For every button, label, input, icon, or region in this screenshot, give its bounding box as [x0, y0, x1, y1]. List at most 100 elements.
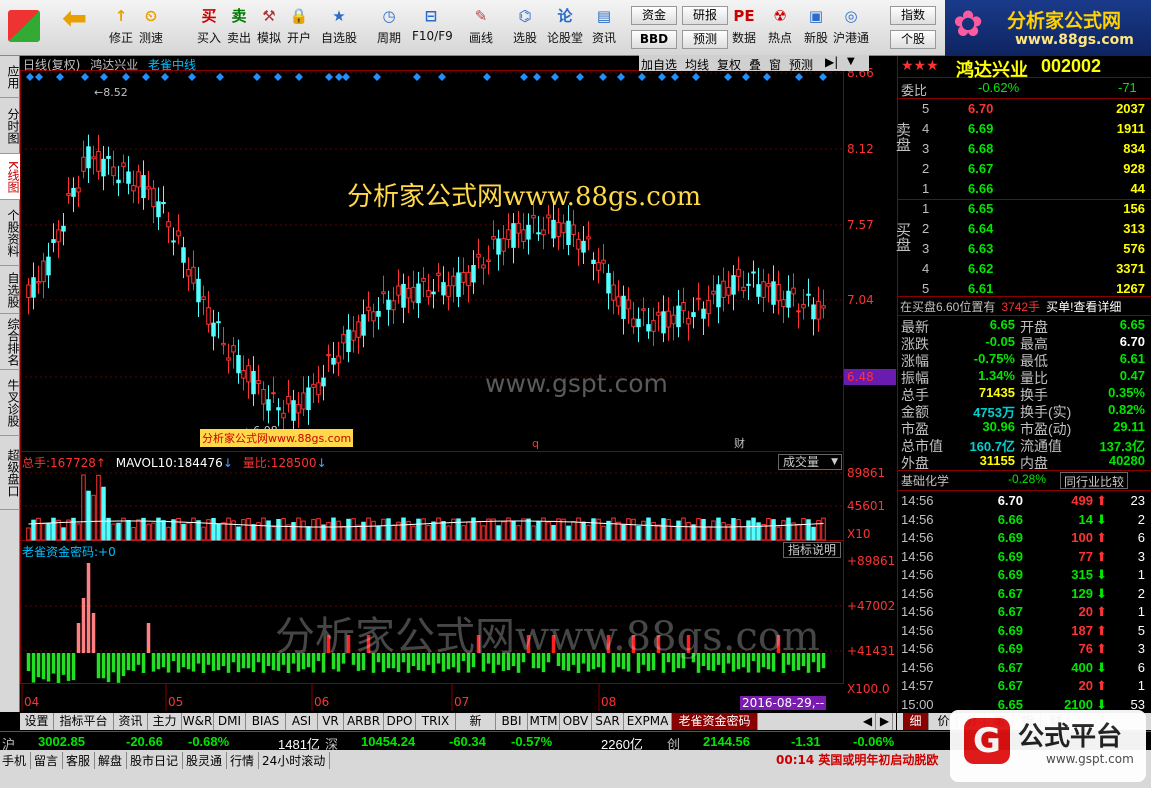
news-ticker[interactable]: 00:14 英国或明年初启动脱欧	[776, 751, 938, 768]
indicator-tab-7[interactable]: ASI	[286, 713, 318, 730]
indicator-help-button[interactable]: 指标说明	[783, 542, 841, 558]
indicator-tab-12[interactable]: 新DMA	[456, 713, 496, 744]
indicator-tab-14[interactable]: MTM	[528, 713, 560, 730]
book-price[interactable]: 6.69	[968, 121, 993, 138]
indicator-tab-0[interactable]: 设置	[20, 713, 54, 730]
indicator-tab-6[interactable]: BIAS	[246, 713, 286, 730]
toolbar-button-9[interactable]: ✎ 画线	[462, 2, 500, 52]
candle-body	[161, 201, 166, 205]
toolbar-button-12[interactable]: ▤ 资讯	[585, 2, 623, 52]
toolbar-button-15[interactable]: ▣ 新股	[797, 2, 835, 52]
select-icon: ⌬	[518, 7, 532, 25]
indicator-tab-11[interactable]: TRIX	[416, 713, 456, 730]
indicator-tab-2[interactable]: 资讯	[114, 713, 148, 730]
bbd-button[interactable]: BBD	[631, 30, 677, 49]
indicator-tab-9[interactable]: ARBR	[344, 713, 384, 730]
toolbar-button-7[interactable]: ◷ 周期	[370, 2, 408, 52]
book-level: 3	[922, 141, 930, 156]
book-price[interactable]: 6.64	[968, 221, 993, 238]
candle-body	[531, 214, 536, 219]
book-price[interactable]: 6.66	[968, 181, 993, 198]
indicator-label[interactable]: 老雀中线	[148, 58, 196, 72]
status-item-0[interactable]: 手机	[2, 752, 32, 769]
menu-button[interactable]	[4, 2, 44, 52]
left-tab-5[interactable]: 综合排名	[0, 314, 20, 370]
book-price[interactable]: 6.70	[968, 101, 993, 118]
toolbar-button-11[interactable]: 论论股堂	[546, 2, 584, 52]
candle-body	[576, 238, 581, 250]
toolbar-button-5[interactable]: 🔒 开户	[280, 2, 318, 52]
scroll-left-icon[interactable]: ◀	[860, 713, 876, 730]
candle-body	[546, 214, 551, 219]
left-tab-0[interactable]: 应用	[0, 56, 20, 98]
left-tab-3[interactable]: 个股资料	[0, 200, 20, 266]
indicator-tab-16[interactable]: SAR	[592, 713, 624, 730]
toolbar-button-1[interactable]: ⏲ 测速	[132, 2, 170, 52]
research-button[interactable]: 研报	[682, 6, 728, 25]
status-item-7[interactable]: 24小时滚动	[262, 752, 331, 769]
chart-header-button-4[interactable]: 窗	[769, 56, 781, 73]
book-volume: 928	[1123, 161, 1145, 176]
stock-button[interactable]: 个股	[890, 30, 936, 49]
right-tab-0[interactable]: 细	[903, 713, 929, 730]
toolbar-button-14[interactable]: ☢ 热点	[761, 2, 799, 52]
indicator-tab-4[interactable]: W&R	[182, 713, 214, 730]
back-button[interactable]: ⬅	[56, 2, 92, 52]
toolbar-button-13[interactable]: PE 数据	[725, 2, 763, 52]
chart-header-button-1[interactable]: 均线	[685, 56, 709, 73]
chart-header-button-3[interactable]: 叠	[749, 56, 761, 73]
book-price[interactable]: 6.68	[968, 141, 993, 158]
toolbar-button-6[interactable]: ★ 自选股	[320, 2, 358, 52]
volume-mode-select[interactable]: 成交量 ▼	[778, 454, 842, 470]
indicator-tab-17[interactable]: EXPMA	[624, 713, 672, 730]
indicator-tab-18[interactable]: 老雀资金密码	[672, 713, 758, 730]
up-arrow-icon: ⬆	[1096, 548, 1107, 564]
toolbar-button-8[interactable]: ⊟ F10/F9	[412, 2, 453, 52]
toolbar-button-16[interactable]: ◎ 沪港通	[832, 2, 870, 52]
index-button[interactable]: 指数	[890, 6, 936, 25]
status-item-4[interactable]: 股市日记	[130, 752, 184, 769]
fund-button[interactable]: 资金	[631, 6, 677, 25]
candle-body	[711, 290, 716, 295]
scroll-right-icon[interactable]: ▶	[877, 713, 893, 730]
left-tab-4[interactable]: 自选股	[0, 266, 20, 314]
play-icon[interactable]: ▶|	[825, 55, 838, 69]
indicator-tab-13[interactable]: BBI	[496, 713, 528, 730]
brand-logo: ✿ 分析家公式网 www.88gs.com	[945, 0, 1151, 56]
status-item-1[interactable]: 留言	[34, 752, 64, 769]
book-price[interactable]: 6.63	[968, 241, 993, 258]
sector-compare-button[interactable]: 同行业比较	[1060, 472, 1129, 489]
indicator-tab-5[interactable]: DMI	[214, 713, 246, 730]
status-item-5[interactable]: 股灵通	[186, 752, 228, 769]
indicator-axis-label: +898614	[847, 554, 896, 568]
chart-header-button-0[interactable]: 加自选	[641, 56, 677, 73]
indicator-tab-10[interactable]: DPO	[384, 713, 416, 730]
book-price[interactable]: 6.62	[968, 261, 993, 278]
forecast-button[interactable]: 预测	[682, 30, 728, 49]
book-price[interactable]: 6.67	[968, 161, 993, 178]
left-tab-2[interactable]: K线图	[0, 154, 20, 200]
indicator-tab-1[interactable]: 指标平台	[54, 713, 114, 730]
indicator-bar-negative	[241, 653, 246, 669]
indicator-tab-15[interactable]: OBV	[560, 713, 592, 730]
toolbar-button-10[interactable]: ⌬ 选股	[506, 2, 544, 52]
status-item-6[interactable]: 行情	[230, 752, 260, 769]
volume-bar	[226, 517, 231, 541]
chart-header-button-5[interactable]: 预测	[789, 56, 813, 73]
left-tab-6[interactable]: 牛叉诊股	[0, 370, 20, 436]
chart-header-button-2[interactable]: 复权	[717, 56, 741, 73]
indicator-bar-negative	[196, 653, 201, 664]
indicator-tab-8[interactable]: VR	[318, 713, 344, 730]
chevron-down-icon[interactable]: ▼	[847, 56, 855, 67]
candle-body	[76, 187, 81, 193]
indicator-tab-3[interactable]: 主力	[148, 713, 182, 730]
indicator-bar-negative	[116, 653, 121, 683]
status-item-3[interactable]: 解盘	[98, 752, 128, 769]
book-price[interactable]: 6.65	[968, 201, 993, 218]
kline-chart[interactable]: 8.668.127.577.046.48←8.52←6.08q财89861456…	[20, 55, 896, 712]
left-tab-7[interactable]: 超级盘口	[0, 436, 20, 510]
candle-body	[46, 256, 51, 276]
status-item-2[interactable]: 客服	[66, 752, 96, 769]
order-notice[interactable]: 在买盘6.60位置有 3742手 买单!查看详细	[900, 298, 1121, 315]
left-tab-1[interactable]: 分时图	[0, 98, 20, 154]
